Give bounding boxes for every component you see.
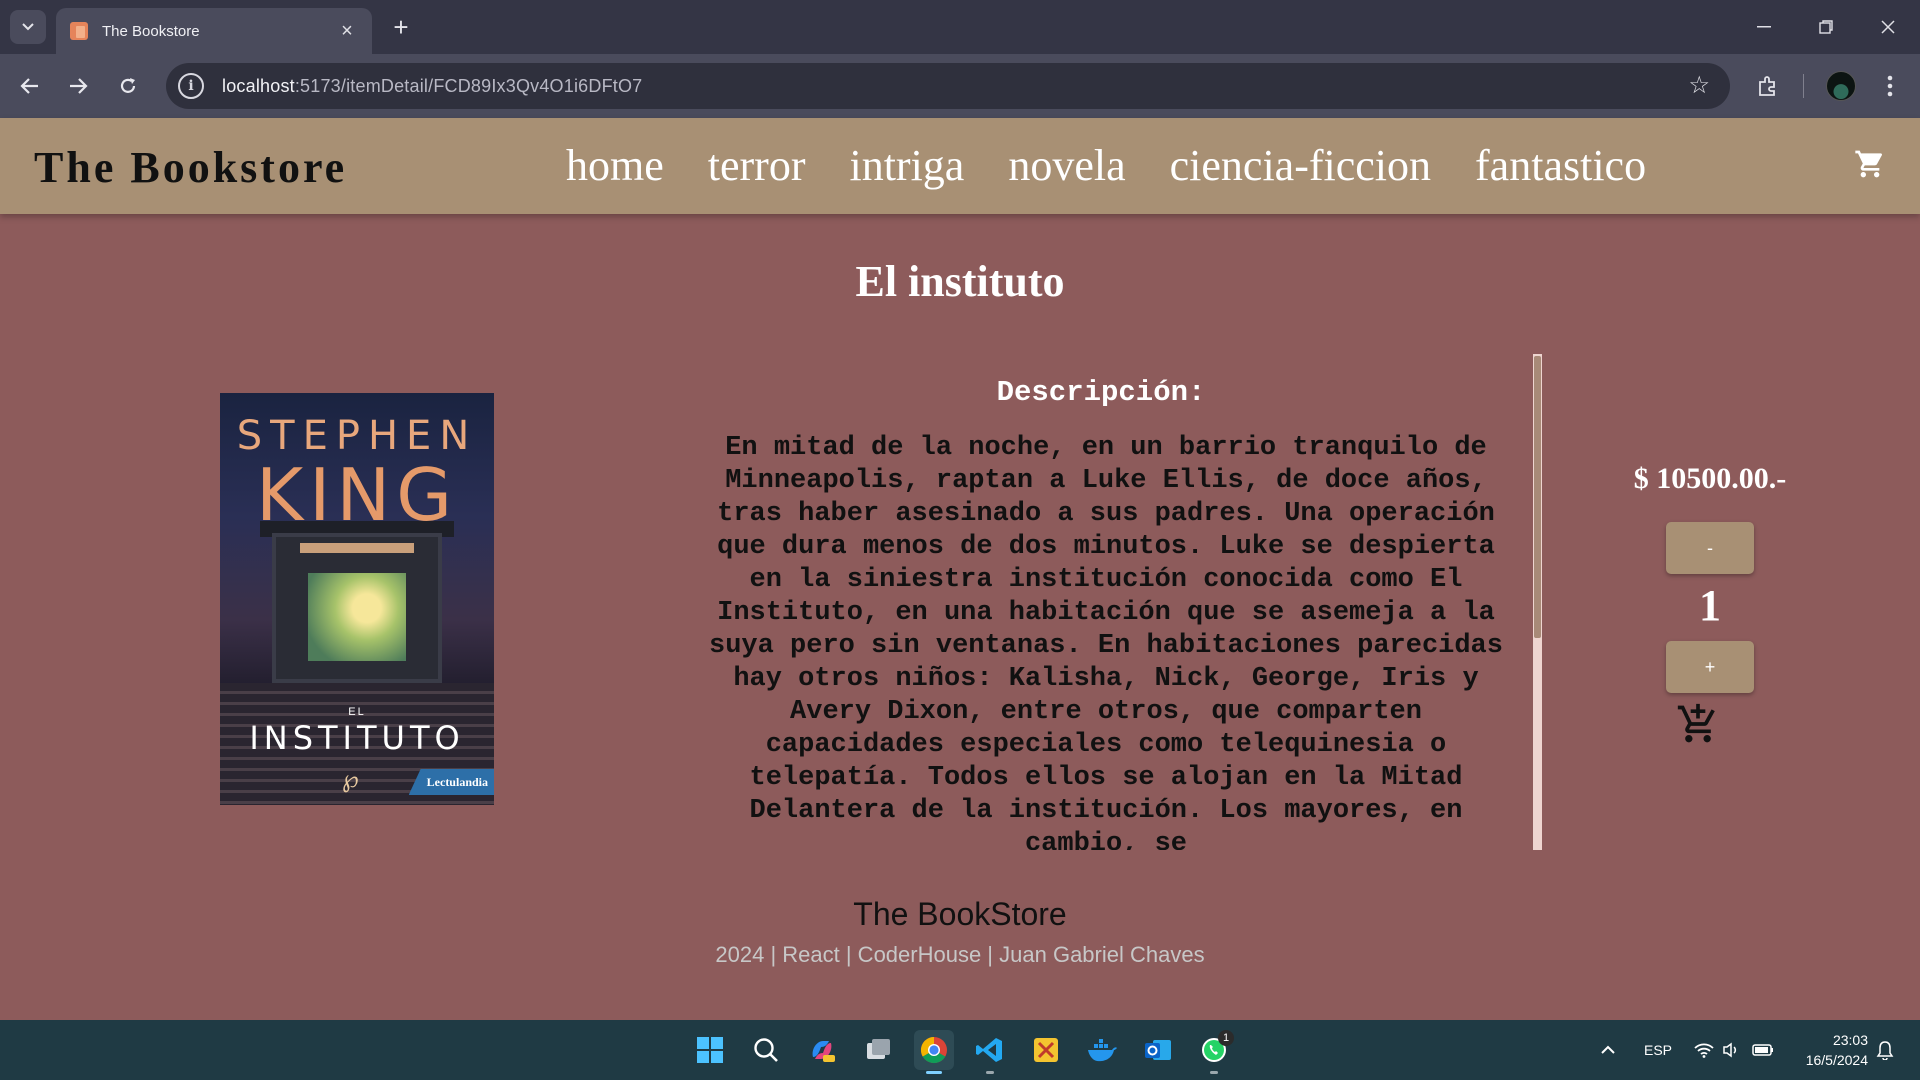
- tab-search-chevron-icon[interactable]: [10, 10, 46, 44]
- nav-item-fantastico[interactable]: fantastico: [1475, 140, 1646, 191]
- taskbar-clock[interactable]: 23:03 16/5/2024: [1796, 1030, 1868, 1070]
- toolbar-divider: [1803, 74, 1804, 98]
- whatsapp-icon[interactable]: 1: [1194, 1030, 1234, 1074]
- site-info-icon[interactable]: i: [178, 73, 204, 99]
- cover-publisher-logo: ℘: [342, 765, 359, 793]
- description-scroll-area[interactable]: Descripción: En mitad de la noche, en un…: [680, 354, 1542, 850]
- cover-badge: Lectulandia: [408, 769, 494, 795]
- restore-icon[interactable]: [1796, 8, 1856, 46]
- site-navbar: The Bookstore home terror intriga novela…: [0, 118, 1920, 214]
- tab-close-icon[interactable]: ×: [336, 20, 358, 42]
- add-to-cart-icon[interactable]: [1676, 702, 1720, 746]
- nav-item-ciencia-ficcion[interactable]: ciencia-ficcion: [1170, 140, 1431, 191]
- description-label: Descripción:: [996, 376, 1206, 409]
- language-indicator[interactable]: ESP: [1644, 1020, 1672, 1080]
- notification-bell-icon[interactable]: [1876, 1020, 1894, 1080]
- quantity-value: 1: [1699, 581, 1721, 630]
- new-tab-plus-icon[interactable]: +: [386, 12, 416, 42]
- favicon-icon: [70, 22, 88, 40]
- nav-item-intriga[interactable]: intriga: [849, 140, 964, 191]
- running-app-indicator: [1210, 1071, 1218, 1074]
- vscode-icon[interactable]: [970, 1030, 1010, 1074]
- active-app-indicator: [926, 1071, 942, 1074]
- browser-tabstrip: The Bookstore × +: [0, 0, 1920, 54]
- page-content: The Bookstore home terror intriga novela…: [0, 118, 1920, 1020]
- site-brand[interactable]: The Bookstore: [34, 142, 347, 193]
- profile-avatar[interactable]: [1826, 71, 1856, 101]
- running-app-indicator: [986, 1071, 994, 1074]
- scrollbar-thumb[interactable]: [1534, 356, 1541, 638]
- cover-stripe: [300, 543, 414, 553]
- kebab-menu-icon[interactable]: [1870, 66, 1910, 106]
- reload-icon[interactable]: [110, 68, 146, 104]
- nav-item-novela[interactable]: novela: [1008, 140, 1125, 191]
- task-view-icon[interactable]: [858, 1030, 898, 1070]
- chrome-icon[interactable]: [914, 1030, 954, 1074]
- cart-icon[interactable]: [1854, 148, 1886, 180]
- category-menu: home terror intriga novela ciencia-ficci…: [566, 140, 1690, 191]
- bookmark-star-icon[interactable]: ☆: [1688, 71, 1710, 100]
- description-text: En mitad de la noche, en un barrio tranq…: [709, 433, 1503, 850]
- footer-title: The BookStore: [853, 896, 1067, 932]
- clock-time: 23:03: [1832, 1032, 1868, 1048]
- browser-tab-active[interactable]: The Bookstore ×: [56, 8, 372, 54]
- footer-credits: 2024 | React | CoderHouse | Juan Gabriel…: [715, 942, 1205, 967]
- windows-start-icon[interactable]: [690, 1030, 730, 1070]
- product-title: El instituto: [855, 257, 1065, 306]
- tray-chevron-icon[interactable]: [1600, 1020, 1616, 1080]
- wifi-icon[interactable]: [1694, 1020, 1714, 1080]
- book-cover-image: STEPHEN KING EL INSTITUTO ℘ Lectulandia: [220, 393, 494, 805]
- clock-date: 16/5/2024: [1805, 1052, 1868, 1068]
- cover-el-text: EL: [348, 706, 366, 718]
- tab-title: The Bookstore: [102, 22, 200, 40]
- product-price: $ 10500.00.-: [1633, 462, 1787, 495]
- copilot-icon[interactable]: [802, 1030, 842, 1070]
- nav-item-terror[interactable]: terror: [708, 140, 806, 191]
- docker-icon[interactable]: [1082, 1030, 1122, 1070]
- forward-arrow-icon[interactable]: [60, 68, 96, 104]
- notification-badge: 1: [1218, 1030, 1234, 1046]
- increment-button[interactable]: +: [1666, 641, 1754, 693]
- browser-toolbar: i localhost:5173/itemDetail/FCD89Ix3Qv4O…: [0, 54, 1920, 118]
- extensions-icon[interactable]: [1748, 66, 1788, 106]
- battery-icon[interactable]: [1752, 1020, 1774, 1080]
- cover-window: [308, 573, 406, 661]
- decrement-button[interactable]: -: [1666, 522, 1754, 574]
- cover-title-text: INSTITUTO: [249, 719, 465, 757]
- back-arrow-icon[interactable]: [12, 68, 48, 104]
- address-bar[interactable]: i localhost:5173/itemDetail/FCD89Ix3Qv4O…: [166, 63, 1730, 109]
- volume-icon[interactable]: [1722, 1020, 1740, 1080]
- windows-taskbar: 1 ESP 23:03 16/5/2024: [0, 1020, 1920, 1080]
- minimize-icon[interactable]: [1734, 8, 1794, 46]
- snipping-tool-icon[interactable]: [1026, 1030, 1066, 1070]
- url-text[interactable]: localhost:5173/itemDetail/FCD89Ix3Qv4O1i…: [222, 76, 642, 97]
- close-window-icon[interactable]: [1858, 8, 1918, 46]
- nav-item-home[interactable]: home: [566, 140, 664, 191]
- search-icon[interactable]: [746, 1030, 786, 1070]
- outlook-icon[interactable]: [1138, 1030, 1178, 1070]
